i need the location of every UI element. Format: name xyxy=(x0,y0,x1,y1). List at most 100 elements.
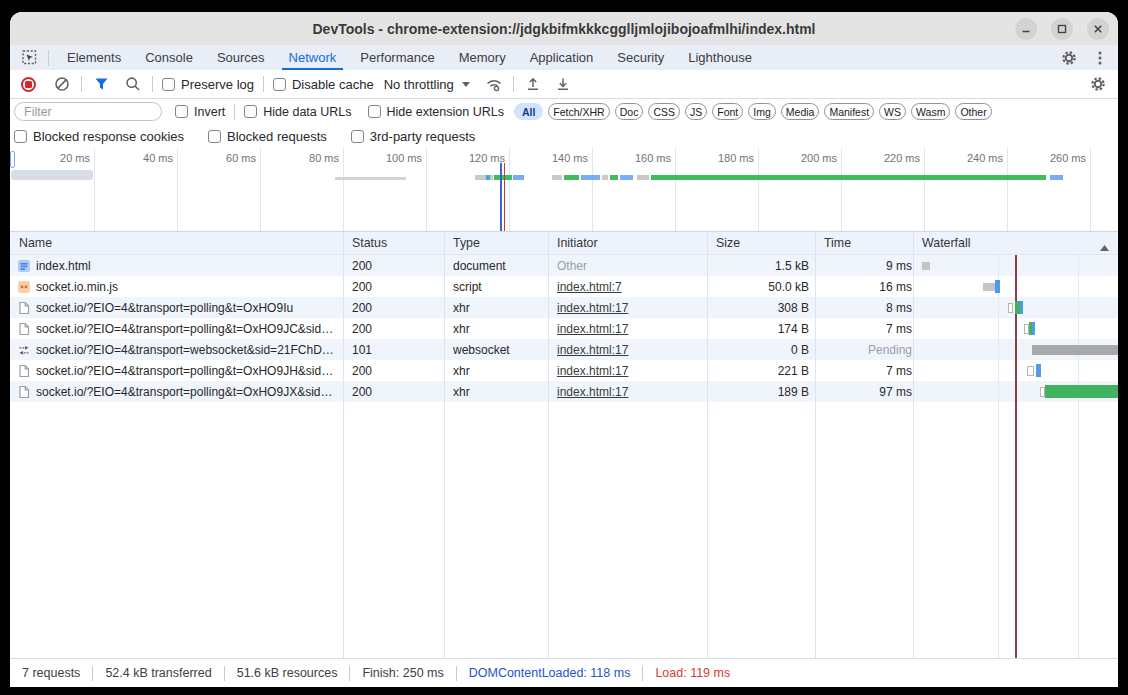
hide-data-urls-checkbox[interactable]: Hide data URLs xyxy=(244,105,351,119)
request-status: 200 xyxy=(343,318,444,339)
filter-pill-other[interactable]: Other xyxy=(955,103,991,120)
checkbox[interactable] xyxy=(273,78,286,91)
checkbox[interactable] xyxy=(368,105,381,118)
overview-request-bar xyxy=(475,175,493,180)
blocked-requests-checkbox[interactable]: Blocked requests xyxy=(208,129,327,144)
divider xyxy=(48,50,49,66)
tab-lighthouse[interactable]: Lighthouse xyxy=(676,45,764,70)
column-header-time[interactable]: Time xyxy=(815,232,851,254)
filter-pill-manifest[interactable]: Manifest xyxy=(824,103,874,120)
request-row[interactable]: socket.io/?EIO=4&transport=polling&t=OxH… xyxy=(10,318,1118,339)
column-header-size[interactable]: Size xyxy=(707,232,740,254)
filter-pill-js[interactable]: JS xyxy=(685,103,707,120)
close-button[interactable] xyxy=(1087,18,1109,40)
column-header-waterfall[interactable]: Waterfall xyxy=(913,232,970,254)
devtools-window: DevTools - chrome-extension://jdgkbifmkk… xyxy=(10,12,1118,687)
request-initiator-link[interactable]: index.html:7 xyxy=(557,280,622,294)
xhr-icon xyxy=(17,322,31,336)
checkbox[interactable] xyxy=(244,105,257,118)
more-options-icon[interactable] xyxy=(1090,48,1110,68)
checkbox[interactable] xyxy=(175,105,188,118)
request-row[interactable]: socket.io/?EIO=4&transport=polling&t=OxH… xyxy=(10,360,1118,381)
column-separator[interactable] xyxy=(343,232,344,658)
request-row[interactable]: socket.io.min.js200scriptindex.html:750.… xyxy=(10,276,1118,297)
network-overview[interactable]: 20 ms40 ms60 ms80 ms100 ms120 ms140 ms16… xyxy=(10,148,1118,232)
filter-pill-all[interactable]: All xyxy=(514,103,543,120)
column-separator[interactable] xyxy=(815,232,816,658)
inspect-element-icon[interactable] xyxy=(19,48,39,68)
tab-console[interactable]: Console xyxy=(133,45,205,70)
chevron-down-icon xyxy=(462,82,470,87)
overview-request-bar xyxy=(486,175,490,180)
network-conditions-icon[interactable] xyxy=(484,74,504,94)
checkbox[interactable] xyxy=(14,130,27,143)
request-type: xhr xyxy=(444,318,548,339)
column-header-status[interactable]: Status xyxy=(343,232,387,254)
column-separator[interactable] xyxy=(548,232,549,658)
filter-pill-wasm[interactable]: Wasm xyxy=(911,103,950,120)
filter-pill-ws[interactable]: WS xyxy=(879,103,906,120)
request-initiator-link[interactable]: index.html:17 xyxy=(557,343,628,357)
network-settings-icon[interactable] xyxy=(1088,74,1108,94)
checkbox[interactable] xyxy=(351,130,364,143)
filter-pill-font[interactable]: Font xyxy=(712,103,743,120)
request-name: socket.io/?EIO=4&transport=polling&t=OxH… xyxy=(36,385,332,399)
import-har-icon[interactable] xyxy=(523,74,543,94)
tab-performance[interactable]: Performance xyxy=(348,45,446,70)
divider xyxy=(456,666,457,681)
filter-icon[interactable] xyxy=(91,74,111,94)
filter-pill-img[interactable]: Img xyxy=(748,103,776,120)
overview-request-bar xyxy=(11,170,93,180)
disable-cache-checkbox[interactable]: Disable cache xyxy=(273,77,374,92)
throttling-dropdown[interactable]: No throttling xyxy=(384,77,470,92)
column-separator[interactable] xyxy=(444,232,445,658)
request-size: 0 B xyxy=(707,339,809,360)
column-header-initiator[interactable]: Initiator xyxy=(548,232,598,254)
preserve-log-checkbox[interactable]: Preserve log xyxy=(162,77,254,92)
title-bar[interactable]: DevTools - chrome-extension://jdgkbifmkk… xyxy=(10,12,1118,45)
request-row[interactable]: index.html200documentOther1.5 kB9 ms xyxy=(10,255,1118,276)
filter-pill-css[interactable]: CSS xyxy=(648,103,680,120)
request-row[interactable]: socket.io/?EIO=4&transport=websocket&sid… xyxy=(10,339,1118,360)
filter-pill-doc[interactable]: Doc xyxy=(615,103,644,120)
third-party-checkbox[interactable]: 3rd-party requests xyxy=(351,129,476,144)
checkbox[interactable] xyxy=(162,78,175,91)
document-icon xyxy=(17,259,31,273)
tab-sources[interactable]: Sources xyxy=(205,45,277,70)
tab-memory[interactable]: Memory xyxy=(447,45,518,70)
request-initiator-link[interactable]: index.html:17 xyxy=(557,385,628,399)
filter-input[interactable] xyxy=(14,102,162,121)
tab-elements[interactable]: Elements xyxy=(55,45,133,70)
request-row[interactable]: socket.io/?EIO=4&transport=polling&t=OxH… xyxy=(10,297,1118,318)
filter-pill-media[interactable]: Media xyxy=(781,103,820,120)
request-initiator-link[interactable]: index.html:17 xyxy=(557,301,628,315)
overview-gridline xyxy=(426,148,427,231)
column-header-type[interactable]: Type xyxy=(444,232,480,254)
export-har-icon[interactable] xyxy=(553,74,573,94)
search-icon[interactable] xyxy=(123,74,143,94)
filter-pill-fetch-xhr[interactable]: Fetch/XHR xyxy=(548,103,609,120)
request-row[interactable]: socket.io/?EIO=4&transport=polling&t=OxH… xyxy=(10,381,1118,402)
tab-application[interactable]: Application xyxy=(518,45,606,70)
overview-left-handle[interactable] xyxy=(10,151,15,168)
request-initiator-link[interactable]: index.html:17 xyxy=(557,364,628,378)
record-icon[interactable] xyxy=(18,74,38,94)
column-separator[interactable] xyxy=(707,232,708,658)
column-separator[interactable] xyxy=(913,232,914,658)
invert-checkbox[interactable]: Invert xyxy=(175,105,225,119)
waterfall-segment xyxy=(983,283,995,291)
blocked-cookies-checkbox[interactable]: Blocked response cookies xyxy=(14,129,184,144)
overview-tick-label: 220 ms xyxy=(862,152,920,164)
request-initiator-link[interactable]: index.html:17 xyxy=(557,322,628,336)
hide-extension-urls-checkbox[interactable]: Hide extension URLs xyxy=(368,105,504,119)
settings-icon[interactable] xyxy=(1059,48,1079,68)
clear-icon[interactable] xyxy=(52,74,72,94)
maximize-button[interactable] xyxy=(1051,18,1073,40)
tab-security[interactable]: Security xyxy=(605,45,676,70)
checkbox[interactable] xyxy=(208,130,221,143)
column-header-name[interactable]: Name xyxy=(10,232,52,254)
tab-network[interactable]: Network xyxy=(277,45,349,70)
load-line xyxy=(504,163,506,231)
minimize-button[interactable] xyxy=(1015,18,1037,40)
request-time: 7 ms xyxy=(815,360,917,381)
